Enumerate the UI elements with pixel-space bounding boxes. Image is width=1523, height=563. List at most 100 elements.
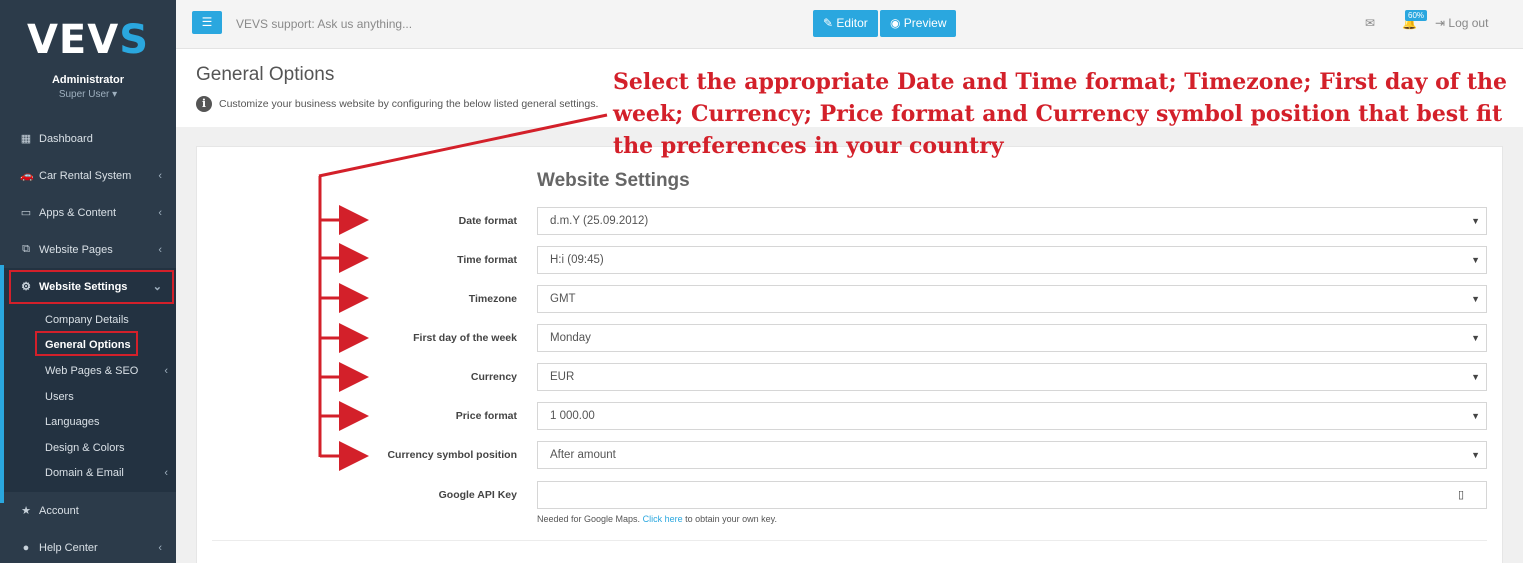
caret-down-icon: ▼ — [1471, 450, 1480, 460]
select-value: d.m.Y (25.09.2012) — [550, 215, 649, 227]
divider — [212, 540, 1487, 541]
field-label: Time format — [457, 254, 517, 266]
subnav-users[interactable]: Users — [0, 384, 176, 410]
timezone-select[interactable]: GMT ▼ — [537, 285, 1487, 313]
field-label: Currency — [470, 371, 517, 383]
sidebar-item-website-pages[interactable]: ⧉ Website Pages ‹ — [0, 231, 176, 268]
chevron-left-icon: ‹ — [158, 206, 162, 219]
app-root: VEVS Administrator Super User ▾ ▦ Dashbo… — [0, 0, 1523, 563]
user-role-dropdown[interactable]: Super User ▾ — [0, 89, 176, 100]
select-value: EUR — [550, 371, 575, 383]
time-format-select[interactable]: H:i (09:45) ▼ — [537, 246, 1487, 274]
help-suffix: to obtain your own key. — [685, 514, 777, 524]
brand-block: VEVS Administrator Super User ▾ — [0, 0, 176, 120]
logout-label: Log out — [1448, 16, 1489, 30]
logout-button[interactable]: ⇥ Log out — [1435, 16, 1488, 30]
settings-card: Website Settings Date format d.m.Y (25.0… — [196, 146, 1503, 563]
monitor-icon: ▭ — [20, 207, 32, 219]
user-name: Administrator — [51, 74, 125, 86]
field-label: Date format — [458, 215, 517, 227]
subnav-label: Users — [45, 390, 74, 403]
caret-down-icon: ▼ — [1471, 216, 1480, 226]
subnav-design-colors[interactable]: Design & Colors — [0, 435, 176, 461]
page-title: General Options — [196, 64, 335, 85]
caret-down-icon: ▼ — [1471, 255, 1480, 265]
api-key-help: Needed for Google Maps. Click here to ob… — [537, 514, 777, 524]
subnav-domain-email[interactable]: Domain & Email ‹ — [0, 461, 176, 487]
help-icon: ● — [22, 541, 30, 554]
sidebar-item-help-center[interactable]: ● Help Center ‹ — [0, 529, 176, 563]
menu-toggle-button[interactable]: ☰ — [192, 11, 222, 34]
preview-button[interactable]: ◉ Preview — [880, 10, 957, 37]
subnav-label: Languages — [45, 416, 100, 429]
sidebar-item-account[interactable]: ★ Account — [0, 492, 176, 529]
sidebar-item-label: Car Rental System — [39, 169, 132, 182]
first-day-select[interactable]: Monday ▼ — [537, 324, 1487, 352]
form-row-currency: Currency EUR ▼ — [197, 363, 1504, 391]
subnav-web-pages-seo[interactable]: Web Pages & SEO ‹ — [0, 358, 176, 384]
subnav-company-details[interactable]: Company Details — [0, 307, 176, 333]
highlight-box-website-settings — [9, 270, 174, 304]
form-row-first-day: First day of the week Monday ▼ — [197, 324, 1504, 352]
form-row-api-key: Google API Key ▯ — [197, 481, 1504, 509]
select-value: 1 000.00 — [550, 410, 595, 422]
chevron-left-icon: ‹ — [158, 169, 162, 182]
google-api-key-input[interactable]: ▯ — [537, 481, 1487, 509]
help-link[interactable]: Click here — [643, 514, 683, 524]
caret-down-icon: ▼ — [1471, 372, 1480, 382]
field-label: Google API Key — [438, 489, 517, 501]
envelope-icon[interactable]: ✉ — [1365, 16, 1375, 30]
currency-select[interactable]: EUR ▼ — [537, 363, 1487, 391]
vevs-logo[interactable]: VEVS — [0, 18, 176, 62]
star-icon: ★ — [21, 505, 31, 518]
select-value: H:i (09:45) — [550, 254, 604, 266]
price-format-select[interactable]: 1 000.00 ▼ — [537, 402, 1487, 430]
info-icon: i — [196, 96, 212, 112]
annotation-text: Select the appropriate Date and Time for… — [613, 69, 1508, 159]
topbar: ☰ VEVS support: Ask us anything... ✎ Edi… — [176, 0, 1523, 49]
field-label: First day of the week — [413, 332, 517, 344]
field-label: Timezone — [468, 293, 517, 305]
field-label: Currency symbol position — [387, 449, 517, 461]
form-row-time-format: Time format H:i (09:45) ▼ — [197, 246, 1504, 274]
dashboard-icon: ▦ — [20, 133, 32, 145]
sidebar-item-dashboard[interactable]: ▦ Dashboard — [0, 120, 176, 157]
sidebar-item-apps[interactable]: ▭ Apps & Content ‹ — [0, 194, 176, 231]
form-row-currency-position: Currency symbol position After amount ▼ — [197, 441, 1504, 469]
subnav-languages[interactable]: Languages — [0, 409, 176, 435]
support-link[interactable]: VEVS support: Ask us anything... — [236, 17, 412, 31]
section-title: Website Settings — [537, 170, 690, 191]
currency-position-select[interactable]: After amount ▼ — [537, 441, 1487, 469]
keypad-icon: ▯ — [1457, 489, 1464, 501]
caret-down-icon: ▼ — [1471, 411, 1480, 421]
highlight-box-general-options — [35, 331, 138, 356]
subnav-label: Domain & Email — [45, 467, 124, 480]
form-row-date-format: Date format d.m.Y (25.09.2012) ▼ — [197, 207, 1504, 235]
editor-button[interactable]: ✎ Editor — [813, 10, 878, 37]
pages-icon: ⧉ — [22, 243, 30, 255]
page-description: i Customize your business website by con… — [196, 96, 598, 112]
help-text: Needed for Google Maps. — [537, 514, 641, 524]
select-value: GMT — [550, 293, 576, 305]
chevron-left-icon: ‹ — [158, 243, 162, 256]
notification-badge: 60% — [1405, 10, 1428, 21]
select-value: After amount — [550, 449, 616, 461]
page-description-text: Customize your business website by confi… — [219, 98, 599, 110]
chevron-left-icon: ‹ — [164, 467, 168, 480]
date-format-select[interactable]: d.m.Y (25.09.2012) ▼ — [537, 207, 1487, 235]
caret-down-icon: ▼ — [1471, 294, 1480, 304]
select-value: Monday — [550, 332, 591, 344]
sidebar-item-label: Apps & Content — [39, 206, 117, 219]
subnav-label: Design & Colors — [45, 441, 125, 454]
car-icon: 🚗 — [20, 170, 34, 182]
chevron-left-icon: ‹ — [158, 541, 162, 554]
form-row-price-format: Price format 1 000.00 ▼ — [197, 402, 1504, 430]
hamburger-icon: ☰ — [201, 15, 213, 29]
sidebar-item-car-rental[interactable]: 🚗 Car Rental System ‹ — [0, 157, 176, 194]
subnav-label: Company Details — [45, 313, 129, 326]
chevron-left-icon: ‹ — [164, 364, 168, 377]
subnav-label: Web Pages & SEO — [45, 364, 139, 377]
sidebar-item-label: Account — [39, 504, 79, 517]
form-row-timezone: Timezone GMT ▼ — [197, 285, 1504, 313]
sidebar-item-label: Website Pages — [39, 243, 113, 256]
